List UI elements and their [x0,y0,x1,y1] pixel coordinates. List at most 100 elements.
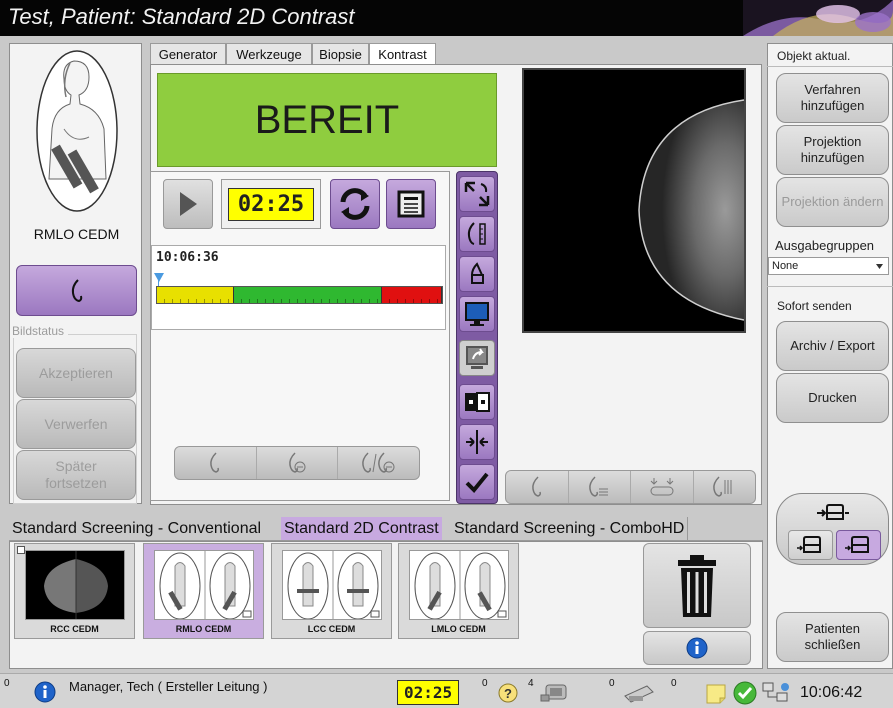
mode-both-button[interactable] [338,447,419,479]
timeline-segment [157,287,235,303]
breast-icon [71,278,82,302]
archive-export-button[interactable]: Archiv / Export [776,321,889,371]
countdown-value: 02:25 [227,187,315,221]
tool-send-button[interactable] [459,340,495,376]
thumbnail-label: RMLO CEDM [175,624,232,634]
layout-right-button[interactable] [836,530,881,560]
delete-view-button[interactable] [643,543,751,628]
status-printer-button[interactable] [621,682,655,708]
play-button[interactable] [163,179,213,229]
info-icon [686,637,708,659]
thumbnail-label: LCC CEDM [307,624,356,634]
flip-icon [466,430,488,454]
output-group-value: None [772,260,799,272]
close-patient-button[interactable]: Patienten schließen [776,612,889,662]
tab-biopsy[interactable]: Biopsie [312,43,369,65]
invert-icon [465,392,490,412]
view-single-button[interactable] [506,471,569,503]
checkmark-icon [465,472,489,493]
timeline-start-time: 10:06:36 [156,250,219,265]
svg-text:?: ? [504,686,512,701]
play-icon [180,192,197,216]
tab-generator[interactable]: Generator [150,43,226,65]
thumbnail-rcc[interactable]: RCC CEDM [14,543,135,639]
status-network-button[interactable] [761,681,791,708]
status-count-4: 0 [671,678,677,689]
network-icon [762,682,789,702]
thumbnail-image [409,550,509,620]
reject-button[interactable]: Verwerfen [16,399,136,449]
mode-low-energy-button[interactable] [175,447,257,479]
status-countdown: 02:25 [397,680,460,705]
tab-tools[interactable]: Werkzeuge [226,43,312,65]
status-notes-button[interactable] [704,682,728,708]
image-viewport [522,68,746,333]
view-list-button[interactable] [569,471,631,503]
timer-log-button[interactable] [386,179,436,229]
view-info-button[interactable] [643,631,751,665]
status-system-ok[interactable] [733,681,757,708]
layout-left-button[interactable] [788,530,833,560]
tool-check-button[interactable] [459,464,495,500]
view-mode-group [505,470,756,504]
image-status-legend: Bildstatus [12,324,69,338]
exposure-button[interactable] [16,265,137,316]
tool-monitor-button[interactable] [459,296,495,332]
layout-single-button[interactable] [808,500,858,526]
procedure-tab-combohd[interactable]: Standard Screening - ComboHD [451,517,689,540]
memo-icon [397,190,425,218]
view-label: RMLO CEDM [33,226,120,242]
thumbnail-image [282,550,382,620]
status-clock: 10:06:42 [800,684,863,701]
thumbnail-checkbox[interactable] [17,546,25,554]
status-left-count: 0 [4,678,10,689]
procedure-tab-conventional[interactable]: Standard Screening - Conventional [9,517,264,540]
procedure-tab-contrast[interactable]: Standard 2D Contrast [281,517,442,540]
ready-status: BEREIT [157,73,497,167]
accept-button[interactable]: Akzeptieren [16,348,136,398]
view-compress-button[interactable] [631,471,694,503]
tool-pick-button[interactable] [459,256,495,292]
printer-icon [624,685,654,703]
tool-flip-button[interactable] [459,424,495,460]
view-grid-button[interactable] [694,471,756,503]
countdown-display: 02:25 [221,179,321,229]
edit-view-button[interactable]: Projektion ändern [776,177,889,227]
status-user[interactable]: Manager, Tech ( Ersteller Leitung ) [69,679,267,694]
thumbnail-rmlo[interactable]: RMLO CEDM [143,543,264,639]
paddle-right-icon [844,536,869,553]
output-divider [767,286,893,287]
trash-icon [678,554,716,617]
question-icon: ? [498,683,518,703]
patient-position-figure [36,50,118,212]
mode-subtracted-button[interactable] [257,447,339,479]
ready-text: BEREIT [254,97,400,142]
output-group-select[interactable]: None [768,257,889,275]
status-help-button[interactable]: ? [497,683,519,708]
tool-measure-button[interactable] [459,216,495,252]
print-button[interactable]: Drucken [776,373,889,423]
tab-contrast[interactable]: Kontrast [369,43,436,65]
thumbnail-lmlo[interactable]: LMLO CEDM [398,543,519,639]
status-info-button[interactable] [34,681,56,708]
tool-fit-button[interactable] [459,176,495,212]
breast-list-icon [589,476,609,497]
thumbnail-image [154,550,254,620]
timeline-progress-bar [156,286,443,304]
paddle-left-icon [796,536,821,553]
status-device-button[interactable] [540,681,574,708]
decorative-flower-image [743,0,893,36]
reset-timer-button[interactable] [330,179,380,229]
pend-button[interactable]: Später fortsetzen [16,450,136,500]
thumbnail-lcc[interactable]: LCC CEDM [271,543,392,639]
add-procedure-button[interactable]: Verfahren hinzufügen [776,73,889,123]
tool-invert-button[interactable] [459,384,495,420]
add-view-button[interactable]: Projektion hinzufügen [776,125,889,175]
chevron-down-icon [876,264,883,269]
breast-both-icon [361,452,395,473]
paddle-single-icon [817,504,849,520]
thumbnail-image [25,550,125,620]
note-icon [706,684,726,704]
title-bar: Test, Patient: Standard 2D Contrast [0,0,893,36]
breast-ruler-icon [467,222,486,245]
